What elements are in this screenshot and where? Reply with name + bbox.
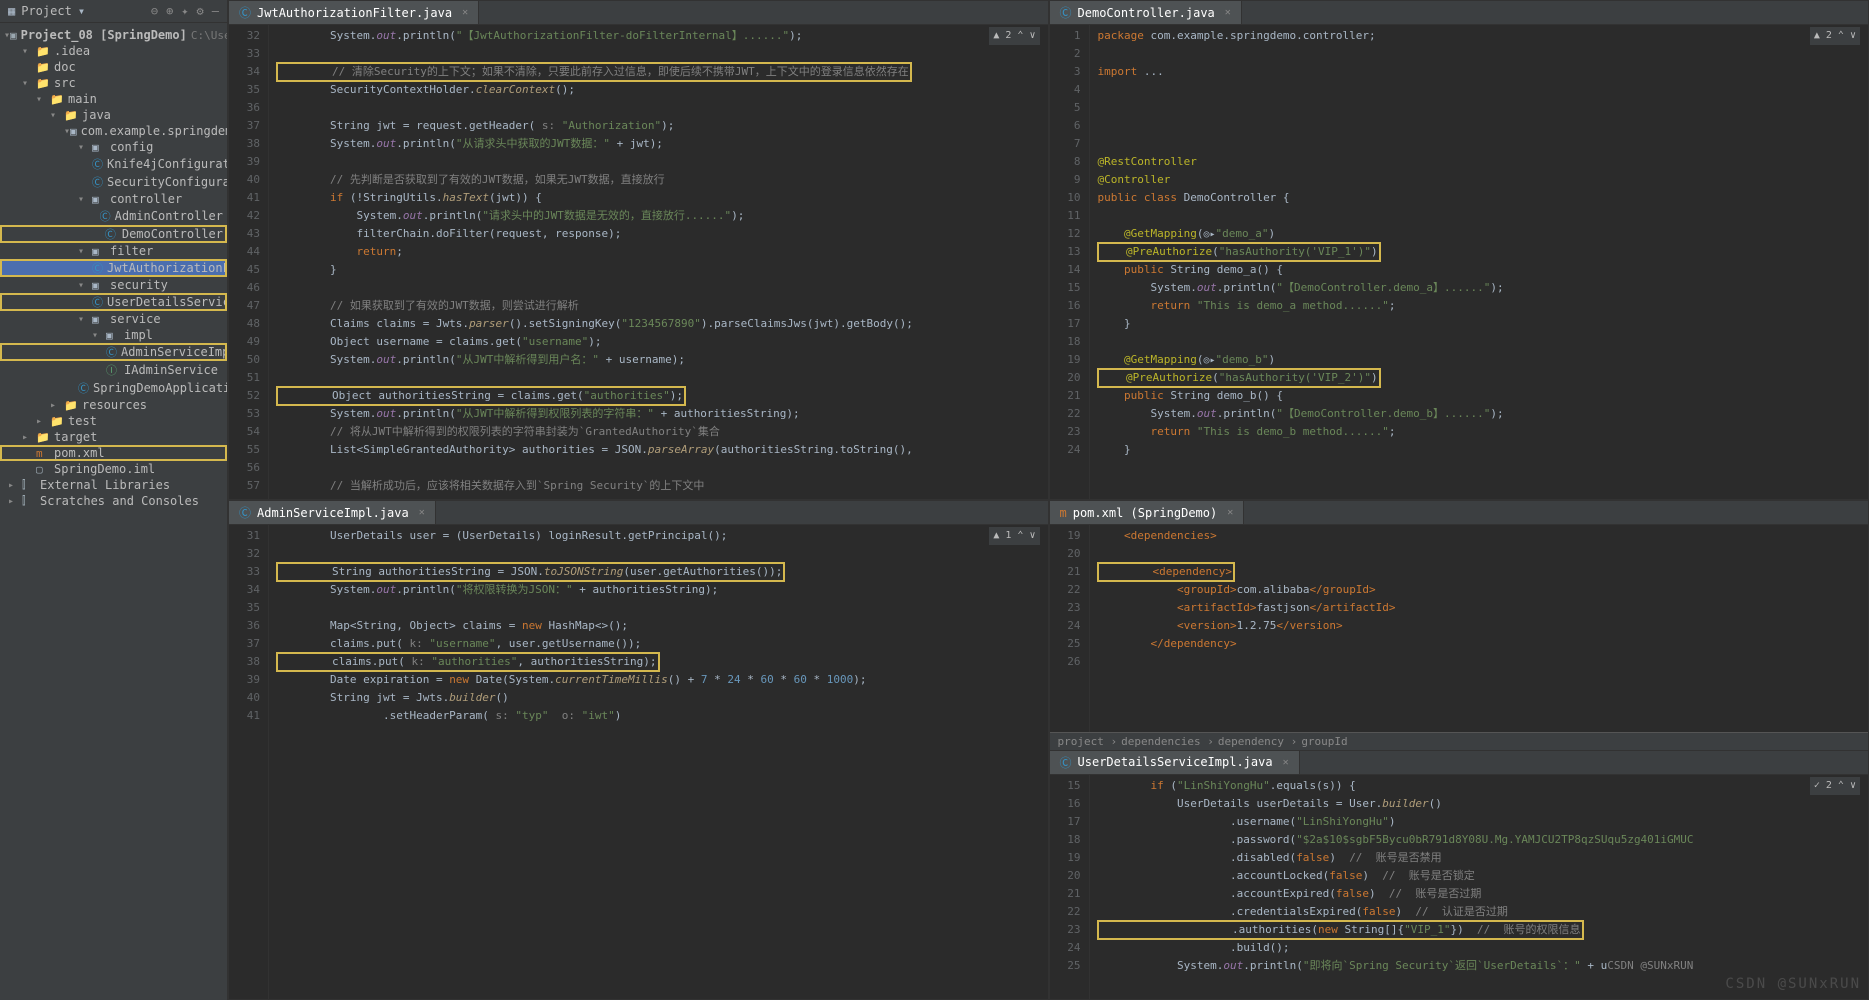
tree-node-security[interactable]: ▾▣security [0, 277, 227, 293]
close-icon[interactable]: ✕ [1227, 507, 1233, 518]
collapse-icon[interactable]: ⊖ [151, 4, 158, 18]
warn-badge[interactable]: ▲ 2 ⌃ ∨ [1810, 27, 1860, 45]
close-icon[interactable]: ✕ [1283, 757, 1289, 768]
project-sidebar: ▦ Project ▾ ⊖ ⊕ ✦ ⚙ — ▾▣Project_08 [Spri… [0, 0, 228, 1000]
tab-demo-controller[interactable]: Ⓒ DemoController.java ✕ [1050, 1, 1242, 24]
tree-node-pom-xml[interactable]: mpom.xml [0, 445, 227, 461]
class-icon: Ⓒ [1060, 4, 1072, 21]
tree-node-filter[interactable]: ▾▣filter [0, 243, 227, 259]
code-editor[interactable]: 1920212223242526 <dependencies> <depende… [1050, 525, 1869, 732]
dropdown-icon[interactable]: ▾ [78, 4, 85, 18]
code-editor[interactable]: 1516171819202122232425 ✓ 2 ⌃ ∨ if ("LinS… [1050, 775, 1869, 1000]
tab-label: AdminServiceImpl.java [257, 506, 409, 520]
tree-node-jwtauthorizationfilter[interactable]: ⒸJwtAuthorizationFilter [0, 259, 227, 277]
tab-user-details[interactable]: Ⓒ UserDetailsServiceImpl.java ✕ [1050, 751, 1300, 774]
warn-badge[interactable]: ✓ 2 ⌃ ∨ [1810, 777, 1860, 795]
editor-pane-right-stack: m pom.xml (SpringDemo) ✕ 192021222324252… [1049, 500, 1869, 1000]
tree-node-external-libraries[interactable]: ▸⫿External Libraries [0, 477, 227, 493]
breadcrumb-item[interactable]: project › [1058, 735, 1118, 748]
hide-icon[interactable]: — [212, 4, 219, 18]
tree-node-resources[interactable]: ▸📁resources [0, 397, 227, 413]
tree-node-knife4jconfiguration[interactable]: ⒸKnife4jConfiguration [0, 155, 227, 173]
project-icon: ▦ [8, 4, 15, 18]
editor-pane-pom: m pom.xml (SpringDemo) ✕ 192021222324252… [1050, 501, 1869, 751]
tree-node-config[interactable]: ▾▣config [0, 139, 227, 155]
tree-node-scratches-and-consoles[interactable]: ▸⫿Scratches and Consoles [0, 493, 227, 509]
class-icon: Ⓒ [239, 504, 251, 521]
tree-node-admincontroller[interactable]: ⒸAdminController [0, 207, 227, 225]
code-editor[interactable]: 3132333435363738394041 ▲ 1 ⌃ ∨ UserDetai… [229, 525, 1048, 999]
tab-label: UserDetailsServiceImpl.java [1078, 755, 1273, 769]
tree-node-test[interactable]: ▸📁test [0, 413, 227, 429]
code-editor[interactable]: 123456789101112131415161718192021222324 … [1050, 25, 1869, 499]
sidebar-header: ▦ Project ▾ ⊖ ⊕ ✦ ⚙ — [0, 0, 227, 23]
tree-node-controller[interactable]: ▾▣controller [0, 191, 227, 207]
tree-node-doc[interactable]: 📁doc [0, 59, 227, 75]
tree-node-impl[interactable]: ▾▣impl [0, 327, 227, 343]
tree-node-springdemoapplication[interactable]: ⒸSpringDemoApplication [0, 379, 227, 397]
tab-label: DemoController.java [1078, 6, 1215, 20]
breadcrumb-item[interactable]: dependencies › [1121, 735, 1214, 748]
code-editor[interactable]: 3233343536373839404142434445464748495051… [229, 25, 1048, 499]
tree-node-target[interactable]: ▸📁target [0, 429, 227, 445]
tree-node-service[interactable]: ▾▣service [0, 311, 227, 327]
tab-jwt-filter[interactable]: Ⓒ JwtAuthorizationFilter.java ✕ [229, 1, 479, 24]
editor-pane-admin-service: Ⓒ AdminServiceImpl.java ✕ 31323334353637… [228, 500, 1049, 1000]
tab-admin-service[interactable]: Ⓒ AdminServiceImpl.java ✕ [229, 501, 436, 524]
tree-node-adminserviceimpl[interactable]: ⒸAdminServiceImpl [0, 343, 227, 361]
tree-node-democontroller[interactable]: ⒸDemoController [0, 225, 227, 243]
settings-icon[interactable]: ✦ [181, 4, 188, 18]
close-icon[interactable]: ✕ [462, 7, 468, 18]
tree-node-com-example-springdemo[interactable]: ▾▣com.example.springdemo [0, 123, 227, 139]
tab-label: pom.xml (SpringDemo) [1073, 506, 1218, 520]
tree-node-java[interactable]: ▾📁java [0, 107, 227, 123]
gear-icon[interactable]: ⚙ [197, 4, 204, 18]
editor-pane-jwt-filter: Ⓒ JwtAuthorizationFilter.java ✕ 32333435… [228, 0, 1049, 500]
close-icon[interactable]: ✕ [1225, 7, 1231, 18]
breadcrumb-item[interactable]: dependency › [1218, 735, 1297, 748]
tree-node-userdetailsserviceimpl[interactable]: ⒸUserDetailsServiceImpl [0, 293, 227, 311]
tree-node--idea[interactable]: ▾📁.idea [0, 43, 227, 59]
warn-badge[interactable]: ▲ 1 ⌃ ∨ [989, 527, 1039, 545]
tree-node-main[interactable]: ▾📁main [0, 91, 227, 107]
breadcrumb-item[interactable]: groupId [1301, 735, 1347, 748]
project-title: Project [21, 4, 72, 18]
tree-node-src[interactable]: ▾📁src [0, 75, 227, 91]
class-icon: Ⓒ [1060, 754, 1072, 771]
tree-node-securityconfiguration[interactable]: ⒸSecurityConfiguration [0, 173, 227, 191]
tree-node-springdemo-iml[interactable]: ▢SpringDemo.iml [0, 461, 227, 477]
editor-pane-user-details: Ⓒ UserDetailsServiceImpl.java ✕ 15161718… [1050, 751, 1869, 1000]
tab-label: JwtAuthorizationFilter.java [257, 6, 452, 20]
maven-icon: m [1060, 506, 1067, 520]
tree-root[interactable]: ▾▣Project_08 [SpringDemo]C:\Users\SUNx [0, 27, 227, 43]
breadcrumb[interactable]: project ›dependencies › dependency › group… [1050, 732, 1869, 750]
tree-node-iadminservice[interactable]: ⒾIAdminService [0, 361, 227, 379]
tab-pom[interactable]: m pom.xml (SpringDemo) ✕ [1050, 501, 1245, 524]
editor-pane-demo-controller: Ⓒ DemoController.java ✕ 1234567891011121… [1049, 0, 1869, 500]
target-icon[interactable]: ⊕ [166, 4, 173, 18]
project-tree[interactable]: ▾▣Project_08 [SpringDemo]C:\Users\SUNx▾📁… [0, 23, 227, 513]
class-icon: Ⓒ [239, 4, 251, 21]
close-icon[interactable]: ✕ [419, 507, 425, 518]
warn-badge[interactable]: ▲ 2 ⌃ ∨ [989, 27, 1039, 45]
